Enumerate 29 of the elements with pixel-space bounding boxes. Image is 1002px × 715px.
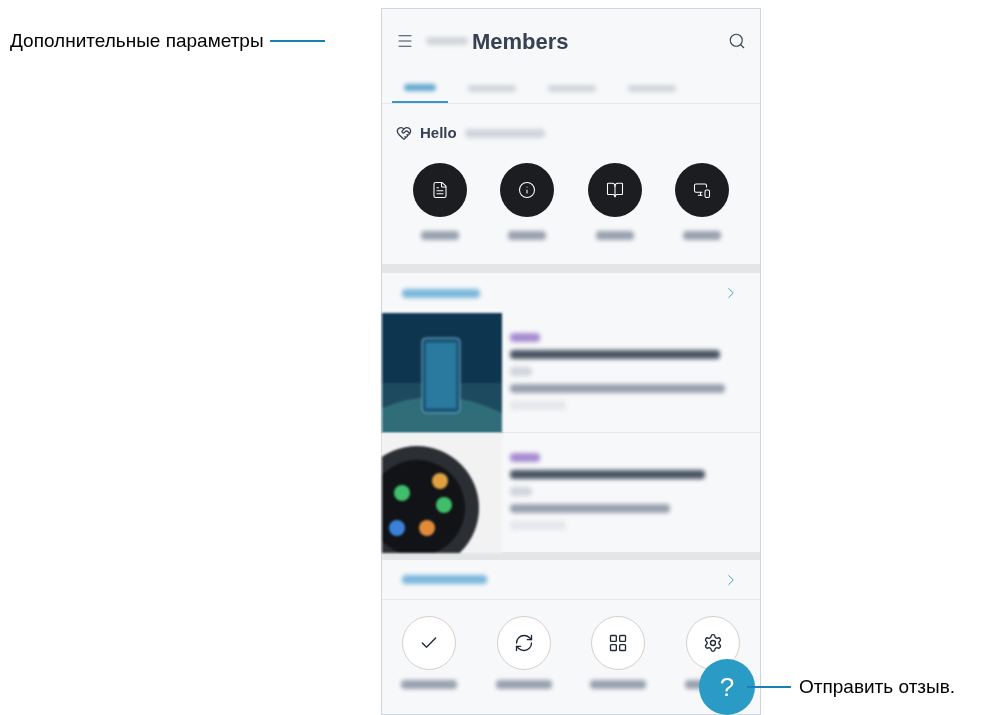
diagnostic-button[interactable] bbox=[591, 616, 646, 670]
logo bbox=[426, 37, 468, 45]
callout-label: Отправить отзыв. bbox=[799, 675, 956, 699]
info-icon bbox=[518, 180, 537, 199]
app-title: Members bbox=[472, 27, 569, 56]
devices-icon bbox=[693, 180, 712, 199]
greeting: Hello bbox=[420, 123, 457, 143]
settings-icon bbox=[702, 633, 723, 653]
blurred-label bbox=[495, 680, 552, 689]
greeting-icon bbox=[396, 125, 412, 142]
refresh-icon bbox=[513, 633, 534, 653]
document-icon bbox=[430, 180, 449, 199]
blurred-label bbox=[510, 367, 532, 376]
callout-label: Дополнительные параметры bbox=[10, 29, 264, 53]
blurred-label bbox=[420, 230, 459, 240]
blurred-label bbox=[508, 230, 547, 240]
book-icon bbox=[605, 180, 624, 199]
blurred-label bbox=[683, 230, 722, 240]
blurred-label bbox=[510, 333, 540, 342]
blurred-label bbox=[401, 680, 458, 689]
article-card[interactable] bbox=[382, 313, 760, 433]
blurred-label bbox=[590, 680, 647, 689]
apps-icon bbox=[608, 633, 629, 653]
help-button[interactable]: ? bbox=[699, 659, 755, 715]
search-icon[interactable] bbox=[728, 32, 746, 50]
blurred-label bbox=[510, 453, 540, 462]
blurred-label bbox=[595, 230, 634, 240]
menu-icon[interactable] bbox=[396, 32, 414, 50]
blurred-label bbox=[510, 487, 532, 496]
